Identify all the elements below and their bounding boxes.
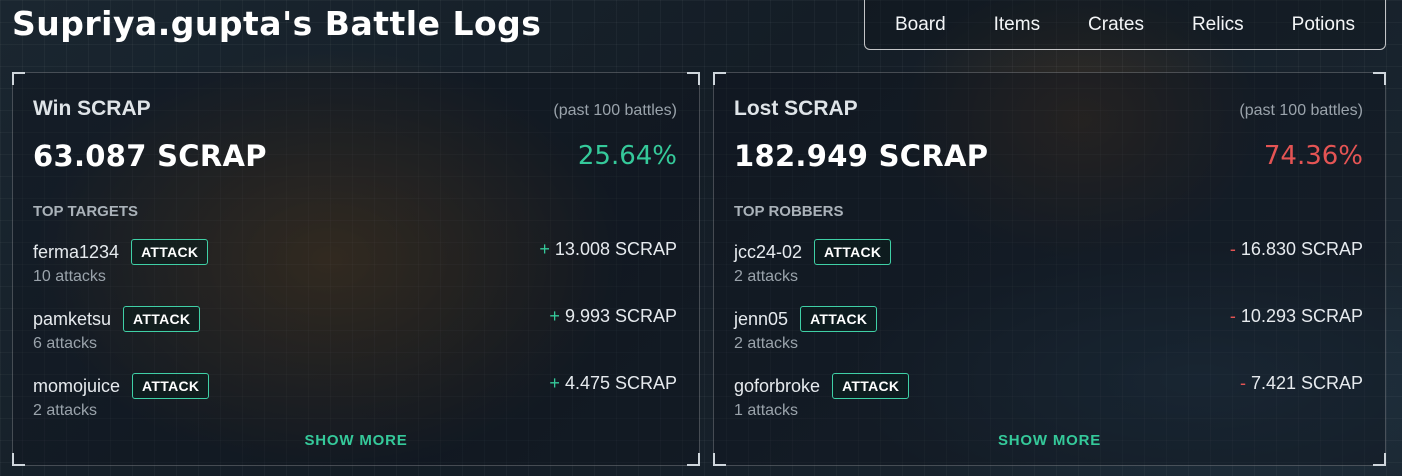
scrap-amount: +9.993 SCRAP	[549, 306, 677, 327]
scrap-amount: +4.475 SCRAP	[549, 373, 677, 394]
player-name[interactable]: ferma1234	[33, 242, 119, 263]
robber-list: jcc24-02 ATTACK -16.830 SCRAP 2 attacks …	[734, 237, 1363, 438]
corner-bracket	[687, 453, 700, 466]
corner-bracket	[12, 72, 25, 85]
scrap-amount: -7.421 SCRAP	[1240, 373, 1363, 394]
win-scrap-panel: Win SCRAP (past 100 battles) 63.087 SCRA…	[12, 72, 700, 466]
list-item: ferma1234 ATTACK +13.008 SCRAP 10 attack…	[33, 237, 677, 304]
corner-bracket	[1373, 453, 1386, 466]
corner-bracket	[1373, 72, 1386, 85]
plus-sign: +	[549, 306, 560, 326]
minus-sign: -	[1239, 373, 1246, 393]
nav-relics[interactable]: Relics	[1192, 14, 1244, 36]
total-amount: 63.087 SCRAP	[33, 139, 267, 173]
list-item: pamketsu ATTACK +9.993 SCRAP 6 attacks	[33, 304, 677, 371]
nav-board[interactable]: Board	[895, 14, 946, 36]
list-item: jenn05 ATTACK -10.293 SCRAP 2 attacks	[734, 304, 1363, 371]
total-amount: 182.949 SCRAP	[734, 139, 989, 173]
attack-button[interactable]: ATTACK	[123, 306, 201, 332]
list-item: momojuice ATTACK +4.475 SCRAP 2 attacks	[33, 371, 677, 438]
amount-value: 10.293 SCRAP	[1240, 306, 1363, 326]
attack-count: 2 attacks	[734, 268, 799, 285]
lost-scrap-panel: Lost SCRAP (past 100 battles) 182.949 SC…	[713, 72, 1386, 466]
target-list: ferma1234 ATTACK +13.008 SCRAP 10 attack…	[33, 237, 677, 438]
attack-button[interactable]: ATTACK	[800, 306, 878, 332]
scrap-amount: +13.008 SCRAP	[539, 239, 677, 260]
attack-button[interactable]: ATTACK	[814, 239, 892, 265]
attack-button[interactable]: ATTACK	[132, 373, 210, 399]
list-item: goforbroke ATTACK -7.421 SCRAP 1 attacks	[734, 371, 1363, 438]
plus-sign: +	[539, 239, 550, 259]
amount-value: 7.421 SCRAP	[1250, 373, 1363, 393]
player-name[interactable]: pamketsu	[33, 309, 111, 330]
attack-count: 6 attacks	[33, 335, 98, 352]
scrap-amount: -10.293 SCRAP	[1230, 306, 1363, 327]
player-name[interactable]: goforbroke	[734, 376, 820, 397]
panel-header: Lost SCRAP (past 100 battles)	[734, 97, 1363, 121]
panel-period: (past 100 battles)	[553, 102, 677, 119]
minus-sign: -	[1229, 306, 1236, 326]
attack-count: 2 attacks	[33, 402, 98, 419]
corner-bracket	[12, 453, 25, 466]
amount-value: 9.993 SCRAP	[564, 306, 677, 326]
player-name[interactable]: jcc24-02	[734, 242, 802, 263]
minus-sign: -	[1229, 239, 1236, 259]
scrap-amount: -16.830 SCRAP	[1230, 239, 1363, 260]
corner-bracket	[687, 72, 700, 85]
corner-bracket	[713, 72, 726, 85]
page-title: Supriya.gupta's Battle Logs	[12, 4, 542, 43]
nav-crates[interactable]: Crates	[1088, 14, 1144, 36]
amount-value: 4.475 SCRAP	[564, 373, 677, 393]
panel-header: Win SCRAP (past 100 battles)	[33, 97, 677, 121]
list-item: jcc24-02 ATTACK -16.830 SCRAP 2 attacks	[734, 237, 1363, 304]
plus-sign: +	[549, 373, 560, 393]
player-name[interactable]: momojuice	[33, 376, 120, 397]
nav-items[interactable]: Items	[994, 14, 1040, 36]
section-label: TOP ROBBERS	[734, 203, 844, 220]
attack-count: 10 attacks	[33, 268, 106, 285]
attack-button[interactable]: ATTACK	[131, 239, 209, 265]
show-more-button[interactable]: SHOW MORE	[714, 432, 1385, 449]
panel-period: (past 100 battles)	[1239, 102, 1363, 119]
player-name[interactable]: jenn05	[734, 309, 788, 330]
section-label: TOP TARGETS	[33, 203, 139, 220]
percent-share: 25.64%	[577, 141, 677, 171]
amount-value: 16.830 SCRAP	[1240, 239, 1363, 259]
attack-count: 1 attacks	[734, 402, 799, 419]
panel-summary: 63.087 SCRAP 25.64%	[33, 139, 677, 173]
panel-summary: 182.949 SCRAP 74.36%	[734, 139, 1363, 173]
top-nav: Board Items Crates Relics Potions	[864, 0, 1386, 50]
amount-value: 13.008 SCRAP	[554, 239, 677, 259]
show-more-button[interactable]: SHOW MORE	[13, 432, 699, 449]
percent-share: 74.36%	[1263, 141, 1363, 171]
panel-title: Lost SCRAP	[734, 97, 858, 120]
panel-title: Win SCRAP	[33, 97, 151, 120]
nav-potions[interactable]: Potions	[1292, 14, 1355, 36]
attack-count: 2 attacks	[734, 335, 799, 352]
corner-bracket	[713, 453, 726, 466]
attack-button[interactable]: ATTACK	[832, 373, 910, 399]
